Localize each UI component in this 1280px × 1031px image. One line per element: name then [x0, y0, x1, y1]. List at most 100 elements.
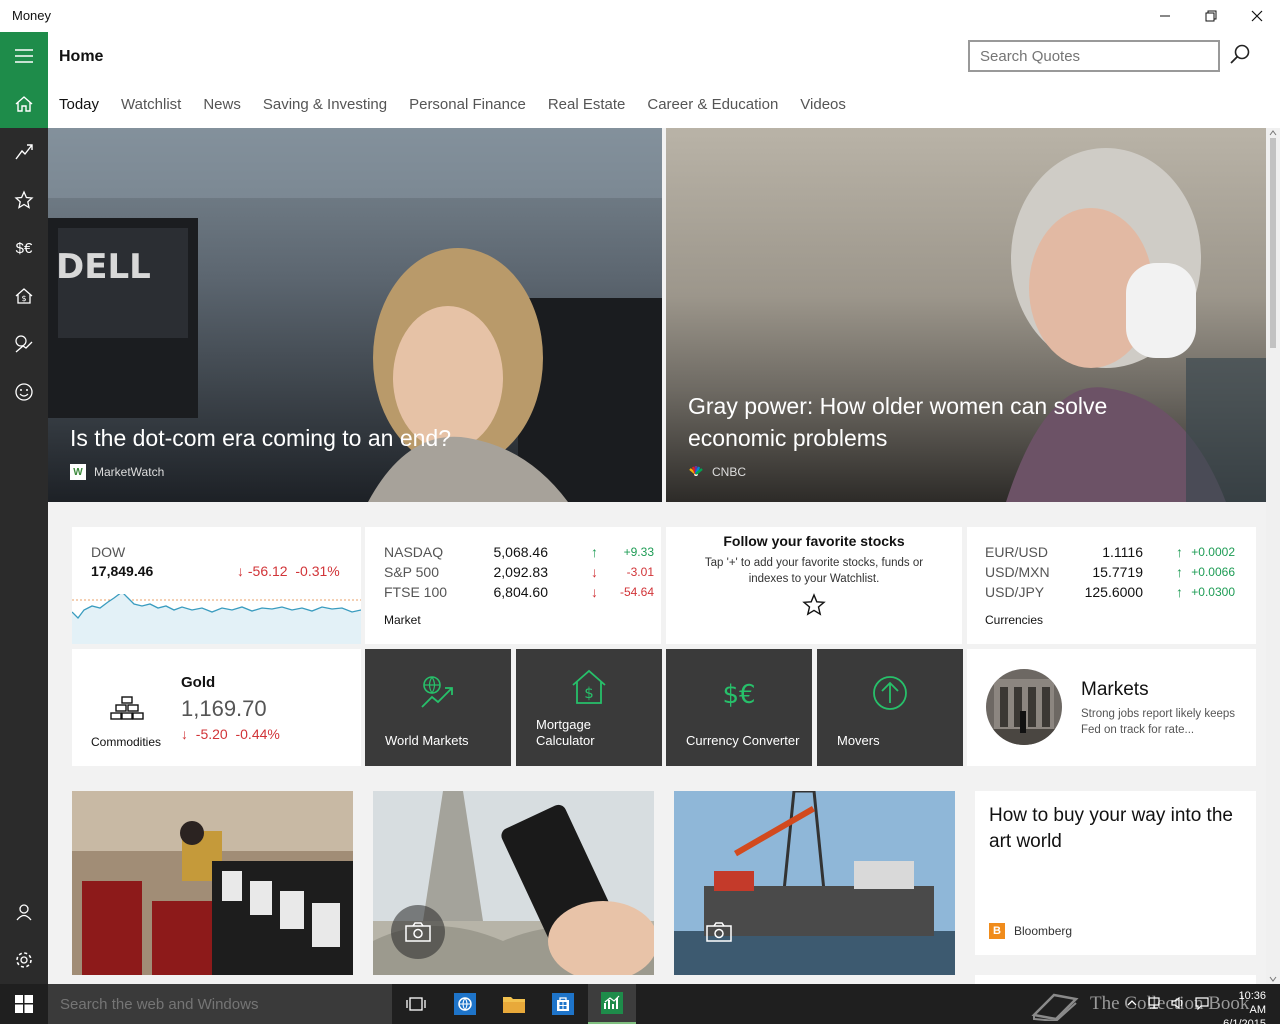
market-row[interactable]: FTSE 100 6,804.60 ↓ -54.64 [384, 582, 654, 602]
hero-article-1[interactable]: DELL Is the dot-com era coming to an end… [48, 128, 662, 502]
world-markets-label: World Markets [385, 733, 469, 748]
taskbar-browser-button[interactable] [441, 984, 489, 1024]
scroll-up-icon[interactable] [1266, 128, 1280, 138]
sidebar-item-currencies[interactable]: $€ [0, 224, 48, 272]
taskbar-store-button[interactable] [539, 984, 587, 1024]
tab-news[interactable]: News [203, 96, 241, 113]
star-icon [802, 593, 826, 616]
dow-tile[interactable]: DOW 17,849.46 ↓ -56.12 -0.31% [72, 527, 361, 644]
minimize-button[interactable] [1142, 0, 1188, 32]
add-to-watchlist-button[interactable] [666, 593, 962, 622]
index-change: +9.33 [623, 545, 654, 559]
task-view-button[interactable] [392, 984, 440, 1024]
market-label: Market [384, 613, 421, 627]
sidebar: $€ $ [0, 32, 48, 984]
currencies-tile[interactable]: EUR/USD 1.1116 ↑ +0.0002 USD/MXN 15.7719 ↑ +0.0… [967, 527, 1256, 644]
mortgage-calculator-label: Mortgage Calculator [536, 717, 595, 748]
close-button[interactable] [1234, 0, 1280, 32]
follow-body: Tap '+' to add your favorite stocks, fun… [704, 557, 924, 585]
search-quotes-input[interactable] [968, 40, 1220, 72]
currency-pair: USD/JPY [985, 584, 1045, 600]
market-tile[interactable]: NASDAQ 5,068.46 ↑ +9.33 S&P 500 2,092.83 ↓ -3.0… [365, 527, 661, 644]
article-title: How to buy your way into the art world [989, 805, 1233, 852]
currency-icon: $€ [15, 239, 33, 257]
sidebar-item-account[interactable] [0, 888, 48, 936]
action-center-icon[interactable] [1194, 996, 1210, 1010]
currency-row[interactable]: USD/JPY 125.6000 ↑ +0.0300 [985, 582, 1245, 602]
windows-logo-icon [15, 995, 33, 1013]
hero-article-2[interactable]: Gray power: How older women can solve ec… [666, 128, 1266, 502]
sidebar-item-world-markets[interactable] [0, 320, 48, 368]
task-view-icon [406, 997, 426, 1011]
minimize-icon [1160, 15, 1170, 17]
article-tile-next[interactable] [975, 975, 1256, 984]
photo-article-internet-cafe[interactable] [72, 791, 353, 975]
markets-news-tile[interactable]: Markets Strong jobs report likely keeps … [967, 649, 1256, 766]
globe-chart-icon [421, 676, 453, 708]
currency-row[interactable]: USD/MXN 15.7719 ↑ +0.0066 [985, 562, 1245, 582]
sidebar-item-settings[interactable] [0, 936, 48, 984]
photo-gallery-button[interactable] [391, 905, 445, 959]
tab-real-estate[interactable]: Real Estate [548, 96, 626, 113]
app-header: Home Today Watchlist News Saving & Investin… [48, 32, 1280, 128]
search-button[interactable] [1228, 42, 1260, 74]
currency-rate: 15.7719 [1092, 564, 1143, 580]
restore-button[interactable] [1188, 0, 1234, 32]
tray-clock[interactable]: 10:36 AM 6/1/2015 [1223, 989, 1266, 1031]
scroll-down-icon[interactable] [1266, 974, 1280, 984]
start-button[interactable] [0, 984, 48, 1024]
arrow-down-icon: ↓ [237, 563, 244, 579]
photo-article-eiffel-phone[interactable] [373, 791, 654, 975]
chevron-up-icon[interactable] [1126, 996, 1138, 1010]
scroll-thumb[interactable] [1270, 138, 1276, 348]
network-icon[interactable] [1146, 996, 1162, 1010]
follow-stocks-tile[interactable]: Follow your favorite stocks Tap '+' to a… [666, 527, 962, 644]
index-value: 6,804.60 [493, 584, 549, 600]
index-name: FTSE 100 [384, 584, 448, 600]
currency-row[interactable]: EUR/USD 1.1116 ↑ +0.0002 [985, 542, 1245, 562]
article-tile-art-world[interactable]: How to buy your way into the art world B… [975, 791, 1256, 955]
title-bar: Money [0, 0, 1280, 32]
dow-change: ↓ -56.12 -0.31% [237, 563, 340, 579]
sidebar-item-feedback[interactable] [0, 368, 48, 416]
content-scrollbar[interactable] [1266, 128, 1280, 984]
svg-text:$: $ [21, 294, 26, 303]
sidebar-item-home[interactable] [0, 80, 48, 128]
restore-icon [1205, 10, 1217, 22]
tab-personal-finance[interactable]: Personal Finance [409, 96, 526, 113]
chart-icon [15, 144, 33, 160]
movers-tile[interactable]: Movers [817, 649, 963, 766]
commodities-tile[interactable]: Commodities Gold 1,169.70 ↓ -5.20 -0.44% [72, 649, 361, 766]
clock-date: 6/1/2015 [1223, 1018, 1266, 1030]
photo-article-oil-rig[interactable] [674, 791, 955, 975]
hero-source: W MarketWatch [70, 464, 164, 480]
market-row[interactable]: S&P 500 2,092.83 ↓ -3.01 [384, 562, 654, 582]
index-value: 5,068.46 [493, 544, 549, 560]
market-row[interactable]: NASDAQ 5,068.46 ↑ +9.33 [384, 542, 654, 562]
sidebar-item-watchlist[interactable] [0, 176, 48, 224]
photo-gallery-button[interactable] [692, 905, 746, 959]
tab-career-education[interactable]: Career & Education [647, 96, 778, 113]
tab-watchlist[interactable]: Watchlist [121, 96, 181, 113]
world-markets-tile[interactable]: World Markets [365, 649, 511, 766]
currency-change: +0.0066 [1191, 565, 1235, 579]
nav-tabs: Today Watchlist News Saving & Investing Pers… [59, 96, 868, 113]
hamburger-button[interactable] [0, 32, 48, 80]
taskbar-search-input[interactable] [48, 984, 392, 1024]
volume-icon[interactable] [1170, 996, 1186, 1010]
sidebar-item-mortgage[interactable]: $ [0, 272, 48, 320]
settings-icon [16, 952, 32, 968]
taskbar-money-app-button[interactable] [588, 984, 636, 1024]
taskbar-file-explorer-button[interactable] [490, 984, 538, 1024]
mortgage-calculator-tile[interactable]: $ Mortgage Calculator [516, 649, 662, 766]
svg-text:$€: $€ [722, 680, 755, 710]
arrow-up-icon: ↑ [1176, 564, 1183, 580]
tab-videos[interactable]: Videos [800, 96, 846, 113]
tab-saving-investing[interactable]: Saving & Investing [263, 96, 387, 113]
sidebar-item-markets[interactable] [0, 128, 48, 176]
currency-converter-tile[interactable]: $€ Currency Converter [666, 649, 812, 766]
bloomberg-logo-icon: B [989, 923, 1005, 939]
tab-today[interactable]: Today [59, 96, 99, 113]
camera-icon [405, 922, 431, 942]
hero-source-name: MarketWatch [94, 465, 165, 479]
